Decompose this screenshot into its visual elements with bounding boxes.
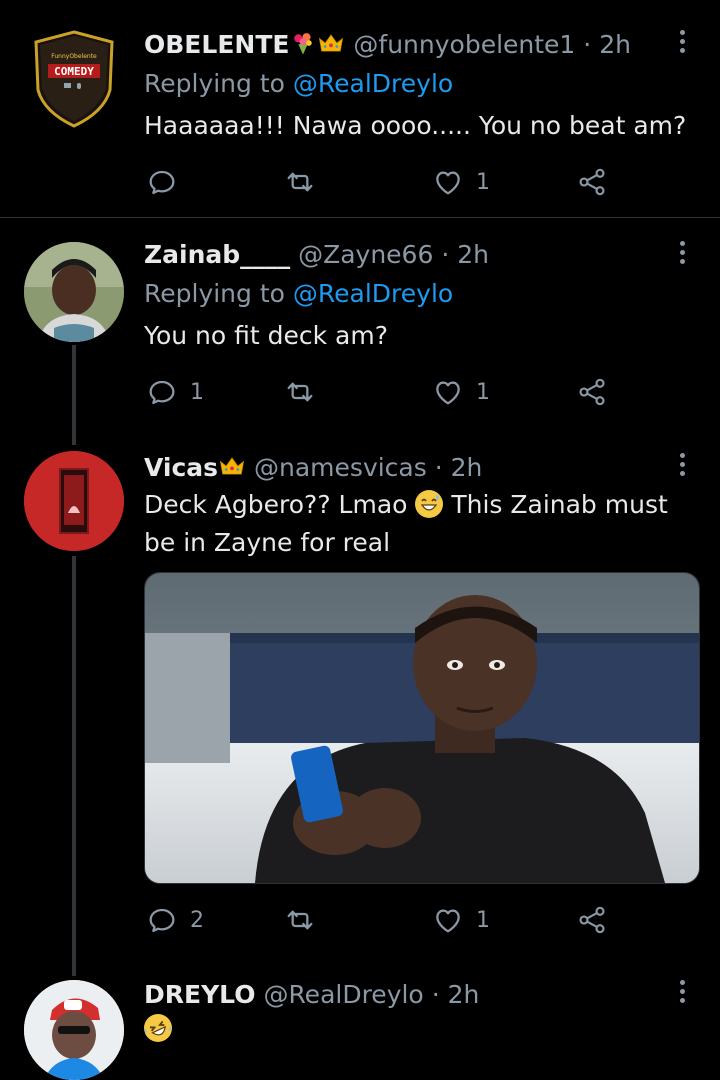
share-icon <box>576 166 608 198</box>
share-button[interactable] <box>576 902 608 938</box>
retweet-button[interactable] <box>284 374 316 410</box>
tweet-text-part1: Deck Agbero?? Lmao <box>144 490 408 519</box>
display-name[interactable]: DREYLO <box>144 980 255 1009</box>
retweet-icon <box>284 376 316 408</box>
more-options-icon[interactable] <box>672 237 692 273</box>
share-button[interactable] <box>576 164 608 200</box>
like-count: 1 <box>476 379 490 405</box>
separator: · <box>441 240 450 269</box>
heart-icon <box>432 904 464 936</box>
more-options-icon[interactable] <box>672 449 692 485</box>
rolling-laughing-emoji-icon <box>144 1014 172 1042</box>
comedy-logo-icon: FunnyObelente COMEDY <box>34 30 114 128</box>
avatar[interactable]: FunnyObelente COMEDY <box>24 28 124 128</box>
replying-to-label: Replying to <box>144 279 285 308</box>
separator: · <box>583 30 592 59</box>
share-icon <box>576 904 608 936</box>
reply-icon <box>146 166 178 198</box>
tweet-text <box>144 1010 704 1048</box>
display-name[interactable]: OBELENTE <box>144 30 289 59</box>
tweet-header: DREYLO @RealDreylo · 2h <box>144 980 479 1010</box>
reply-count: 1 <box>190 379 204 405</box>
replying-to-handle[interactable]: @RealDreylo <box>293 279 453 308</box>
avatar[interactable] <box>24 242 124 342</box>
share-button[interactable] <box>576 374 608 410</box>
timestamp[interactable]: 2h <box>599 30 631 59</box>
grinning-sweat-emoji-icon <box>415 490 444 518</box>
tweet-text: Haaaaaa!!! Nawa oooo..... You no beat am… <box>144 111 687 140</box>
tweet-header: Zainab____ @Zayne66 · 2h <box>144 240 489 270</box>
separator: · <box>431 980 440 1009</box>
user-handle[interactable]: @Zayne66 <box>298 240 433 269</box>
tweet-divider <box>0 217 720 218</box>
retweet-button[interactable] <box>284 902 316 938</box>
timestamp[interactable]: 2h <box>457 240 489 269</box>
more-options-icon[interactable] <box>672 26 692 62</box>
like-count: 1 <box>476 907 490 933</box>
heart-icon <box>432 376 464 408</box>
reply-button[interactable] <box>146 164 190 200</box>
display-name[interactable]: Zainab____ <box>144 240 290 269</box>
retweet-icon <box>284 904 316 936</box>
avatar-photo-icon <box>24 451 124 551</box>
heart-icon <box>432 166 464 198</box>
avatar[interactable] <box>24 451 124 551</box>
tweet-header: Vicas @namesvicas · 2h <box>144 452 482 483</box>
crown-emoji-icon <box>218 452 246 480</box>
timestamp[interactable]: 2h <box>448 980 480 1009</box>
more-options-icon[interactable] <box>672 976 692 1012</box>
avatar-small-label: FunnyObelente <box>51 53 97 60</box>
avatar[interactable] <box>24 980 124 1080</box>
display-name[interactable]: Vicas <box>144 453 218 482</box>
tweet-text: You no fit deck am? <box>144 321 388 350</box>
like-count: 1 <box>476 169 490 195</box>
replying-to: Replying to @RealDreylo <box>144 279 453 309</box>
replying-to-label: Replying to <box>144 69 285 98</box>
thread-line <box>72 345 76 445</box>
reply-count: 2 <box>190 907 204 933</box>
reply-icon <box>146 376 178 408</box>
avatar-photo-icon <box>24 242 124 342</box>
retweet-icon <box>284 166 316 198</box>
thread-line <box>72 556 76 976</box>
tweet-media-image[interactable] <box>144 572 700 884</box>
replying-to: Replying to @RealDreylo <box>144 69 453 99</box>
timestamp[interactable]: 2h <box>451 453 483 482</box>
reply-icon <box>146 904 178 936</box>
retweet-button[interactable] <box>284 164 316 200</box>
user-handle[interactable]: @namesvicas <box>254 453 427 482</box>
like-button[interactable]: 1 <box>432 164 490 200</box>
separator: · <box>434 453 443 482</box>
replying-to-handle[interactable]: @RealDreylo <box>293 69 453 98</box>
reply-button[interactable]: 2 <box>146 902 204 938</box>
user-handle[interactable]: @RealDreylo <box>263 980 423 1009</box>
like-button[interactable]: 1 <box>432 374 490 410</box>
share-icon <box>576 376 608 408</box>
avatar-label: COMEDY <box>54 65 94 78</box>
user-handle[interactable]: @funnyobelente1 <box>353 30 575 59</box>
bouquet-emoji-icon <box>289 29 317 57</box>
photo-man-in-bed-icon <box>145 573 699 883</box>
tweet-text: Deck Agbero?? Lmao This Zainab must be i… <box>144 486 704 562</box>
like-button[interactable]: 1 <box>432 902 490 938</box>
tweet-header: OBELENTE @funnyobelente1 · 2h <box>144 29 631 60</box>
crown-emoji-icon <box>317 29 345 57</box>
avatar-photo-icon <box>24 980 124 1080</box>
reply-button[interactable]: 1 <box>146 374 204 410</box>
